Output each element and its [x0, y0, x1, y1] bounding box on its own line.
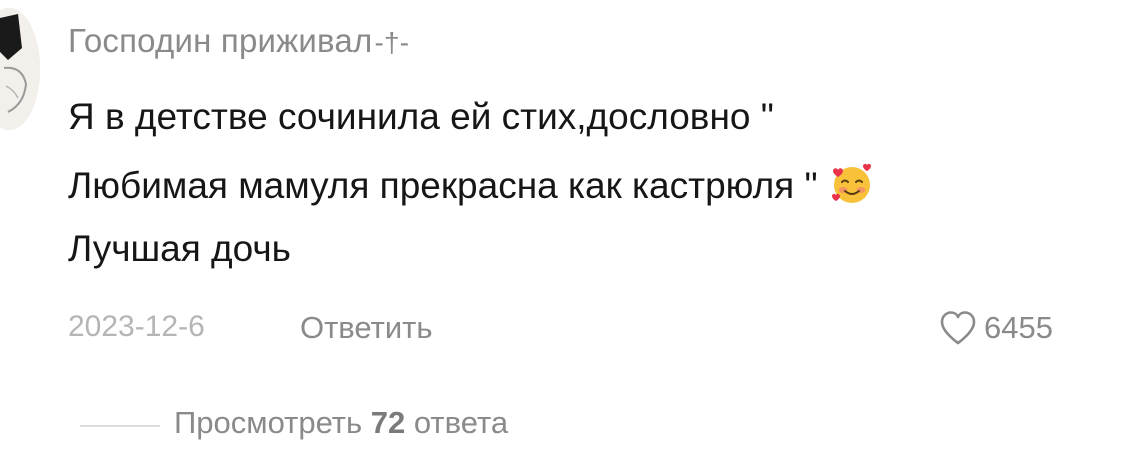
view-replies-button[interactable]: Просмотреть 72 ответа — [68, 403, 688, 447]
comment-meta: 2023-12-6 Ответить 6455 — [68, 310, 1108, 350]
view-replies-suffix: ответа — [413, 405, 509, 440]
smiling-face-with-hearts-icon — [830, 162, 874, 206]
view-replies-divider — [80, 425, 160, 427]
avatar[interactable] — [0, 8, 40, 130]
like-count: 6455 — [984, 310, 1053, 345]
view-replies-label: Просмотреть 72 ответа — [174, 405, 508, 441]
reply-button[interactable]: Ответить — [300, 310, 433, 346]
username-text: Господин приживал — [68, 22, 373, 59]
comment-text-line-2-text: Любимая мамуля прекрасна как кастрюля " — [68, 165, 818, 206]
comment-date: 2023-12-6 — [68, 310, 205, 343]
like-button[interactable]: 6455 — [938, 306, 1053, 350]
view-replies-prefix: Просмотреть — [174, 405, 363, 440]
comment-text-line-3: Лучшая дочь — [68, 228, 291, 269]
view-replies-count: 72 — [370, 405, 406, 440]
comment-text-line-2: Любимая мамуля прекрасна как кастрюля " — [68, 162, 1118, 207]
heart-outline-icon — [938, 309, 978, 347]
username[interactable]: Господин приживал-†- — [68, 22, 409, 60]
comment-item: Господин приживал-†- Я в детстве сочинил… — [0, 0, 1125, 452]
comment-text-line-1: Я в детстве сочинила ей стих,дословно " — [68, 96, 774, 137]
username-cross-symbol: -†- — [374, 27, 410, 58]
